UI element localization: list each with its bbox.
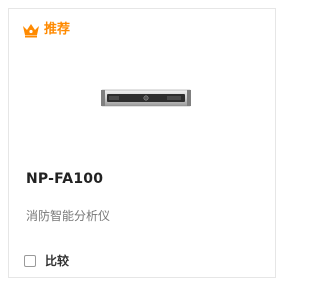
recommend-badge: 推荐 [22, 21, 70, 39]
rack-device-image[interactable] [101, 87, 191, 109]
product-model[interactable]: NP-FA100 [26, 171, 103, 187]
recommend-label: 推荐 [44, 22, 71, 37]
checkbox-box[interactable] [24, 254, 36, 267]
product-description: 消防智能分析仪 [26, 209, 111, 223]
product-card[interactable]: 推荐 NP-FA100 消防智能分析仪 比较 [8, 8, 276, 278]
crown-icon [22, 22, 40, 38]
compare-label[interactable]: 比较 [45, 252, 69, 269]
compare-checkbox[interactable]: 比较 [24, 252, 69, 269]
